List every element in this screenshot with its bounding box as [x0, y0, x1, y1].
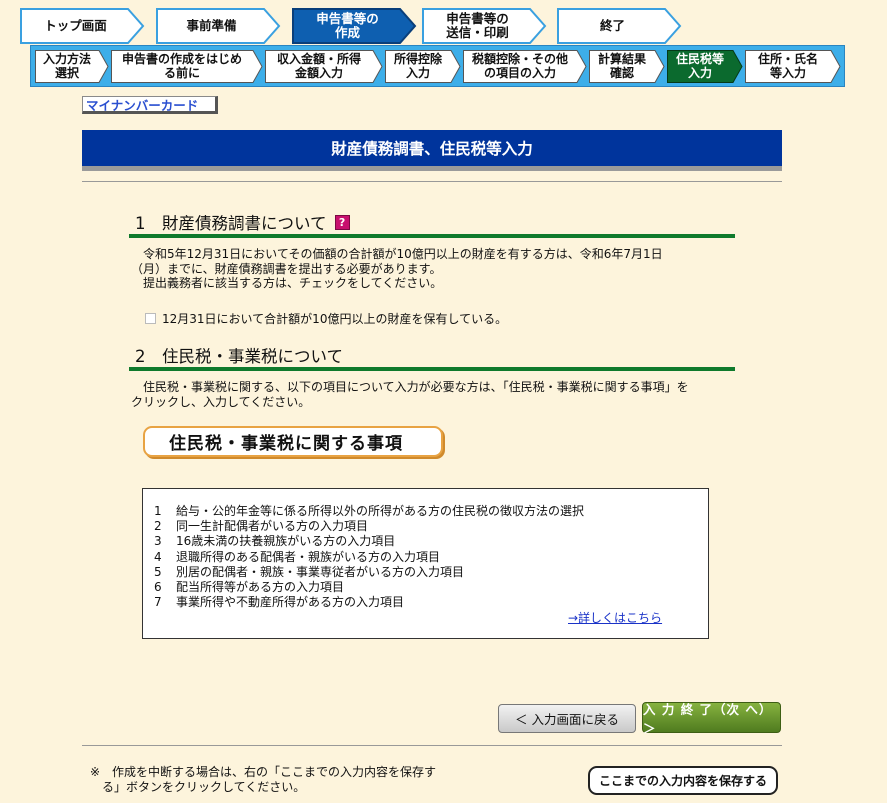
section2-rule	[129, 367, 735, 371]
sub-step-address-name[interactable]: 住所・氏名 等入力	[745, 50, 841, 83]
list-item: 3 16歳未満の扶養親族がいる方の入力項目	[154, 534, 396, 549]
sub-step-resident-tax[interactable]: 住民税等 入力	[667, 50, 743, 83]
resident-tax-item-list: 1 給与・公的年金等に係る所得以外の所得がある方の住民税の徴収方法の選択 2 同一生…	[154, 504, 584, 610]
asset-checkbox-row[interactable]: 12月31日において合計額が10億円以上の財産を保有している。	[145, 310, 507, 327]
sub-step-label: 入力方法 選択	[42, 52, 91, 80]
list-item: 7 事業所得や不動産所得がある方の入力項目	[154, 595, 405, 610]
top-step-label: 事前準備	[186, 18, 237, 33]
top-step-finish[interactable]: 終了	[557, 8, 682, 44]
sub-step-tax-credit[interactable]: 税額控除・その他 の項目の入力	[463, 50, 587, 83]
sub-step-deduction[interactable]: 所得控除 入力	[385, 50, 461, 83]
list-item: 4 退職所得のある配偶者・親族がいる方の入力項目	[154, 549, 441, 564]
top-step-label: 申告書等の 送信・印刷	[446, 11, 509, 40]
sub-step-label: 所得控除 入力	[393, 52, 442, 80]
list-item: 6 配当所得等がある方の入力項目	[154, 580, 345, 595]
sub-step-label: 住民税等 入力	[675, 52, 724, 80]
save-note: ※ 作成を中断する場合は、右の「ここまでの入力内容を保存す る」ボタンをクリック…	[90, 765, 437, 794]
top-step-label: トップ画面	[44, 18, 107, 33]
finish-input-next-button[interactable]: 入 力 終 了（次 へ）＞	[642, 702, 781, 736]
back-to-input-button[interactable]: ＜ 入力画面に戻る	[498, 704, 636, 733]
section1-title-text: 1 財産債務調書について	[135, 214, 327, 233]
divider	[82, 181, 782, 182]
page-title: 財産債務調書、住民税等入力	[82, 130, 782, 166]
resident-tax-items-button[interactable]: 住民税・事業税に関する事項	[143, 426, 443, 457]
sub-step-label: 申告書の作成をはじめ る前に	[121, 52, 242, 80]
sub-step-label: 税額控除・その他 の項目の入力	[471, 52, 568, 80]
top-step-label: 申告書等の 作成	[316, 11, 379, 40]
resident-tax-info-box: 1 給与・公的年金等に係る所得以外の所得がある方の住民税の徴収方法の選択 2 同一生…	[142, 488, 709, 639]
sub-step-nav: 入力方法 選択 申告書の作成をはじめ る前に 収入金額・所得 金額入力 所得控除…	[30, 45, 845, 87]
section1-title: 1 財産債務調書について ?	[135, 210, 350, 234]
sub-step-label: 住所・氏名 等入力	[757, 52, 818, 80]
list-item: 2 同一生計配偶者がいる方の入力項目	[154, 519, 369, 534]
sub-step-income[interactable]: 収入金額・所得 金額入力	[265, 50, 383, 83]
mynumber-card-tab[interactable]: マイナンバーカード	[82, 96, 218, 114]
list-item: 5 別居の配偶者・親族・事業専従者がいる方の入力項目	[154, 564, 465, 579]
sub-step-label: 収入金額・所得 金額入力	[276, 52, 361, 80]
save-progress-button[interactable]: ここまでの入力内容を保存する	[588, 766, 778, 795]
sub-step-label: 計算結果 確認	[597, 52, 646, 80]
divider	[82, 745, 782, 746]
sub-step-input-method[interactable]: 入力方法 選択	[35, 50, 109, 83]
asset-checkbox-label: 12月31日において合計額が10億円以上の財産を保有している。	[162, 312, 508, 326]
sub-step-before-start[interactable]: 申告書の作成をはじめ る前に	[111, 50, 263, 83]
top-step-send-print[interactable]: 申告書等の 送信・印刷	[422, 8, 547, 44]
detail-link[interactable]: →詳しくはこちら	[568, 609, 662, 626]
top-step-preparation[interactable]: 事前準備	[156, 8, 281, 44]
section2-title-text: 2 住民税・事業税について	[135, 347, 344, 366]
section1-description: 令和5年12月31日においてその価額の合計額が10億円以上の財産を有する方は、令…	[131, 247, 663, 290]
section2-description: 住民税・事業税に関する、以下の項目について入力が必要な方は、「住民税・事業税に関…	[131, 380, 689, 409]
top-step-nav: トップ画面 事前準備 申告書等の 作成 申告書等の 送信・印刷 終了	[20, 8, 690, 44]
top-step-label: 終了	[599, 18, 625, 33]
section2-title: 2 住民税・事業税について	[135, 343, 343, 367]
help-icon[interactable]: ?	[334, 214, 350, 230]
top-step-create[interactable]: 申告書等の 作成	[292, 8, 417, 44]
title-underline	[82, 166, 782, 171]
section1-rule	[129, 234, 735, 238]
list-item: 1 給与・公的年金等に係る所得以外の所得がある方の住民税の徴収方法の選択	[154, 504, 585, 518]
sub-step-result[interactable]: 計算結果 確認	[589, 50, 665, 83]
asset-checkbox[interactable]	[145, 313, 156, 324]
top-step-top[interactable]: トップ画面	[20, 8, 145, 44]
